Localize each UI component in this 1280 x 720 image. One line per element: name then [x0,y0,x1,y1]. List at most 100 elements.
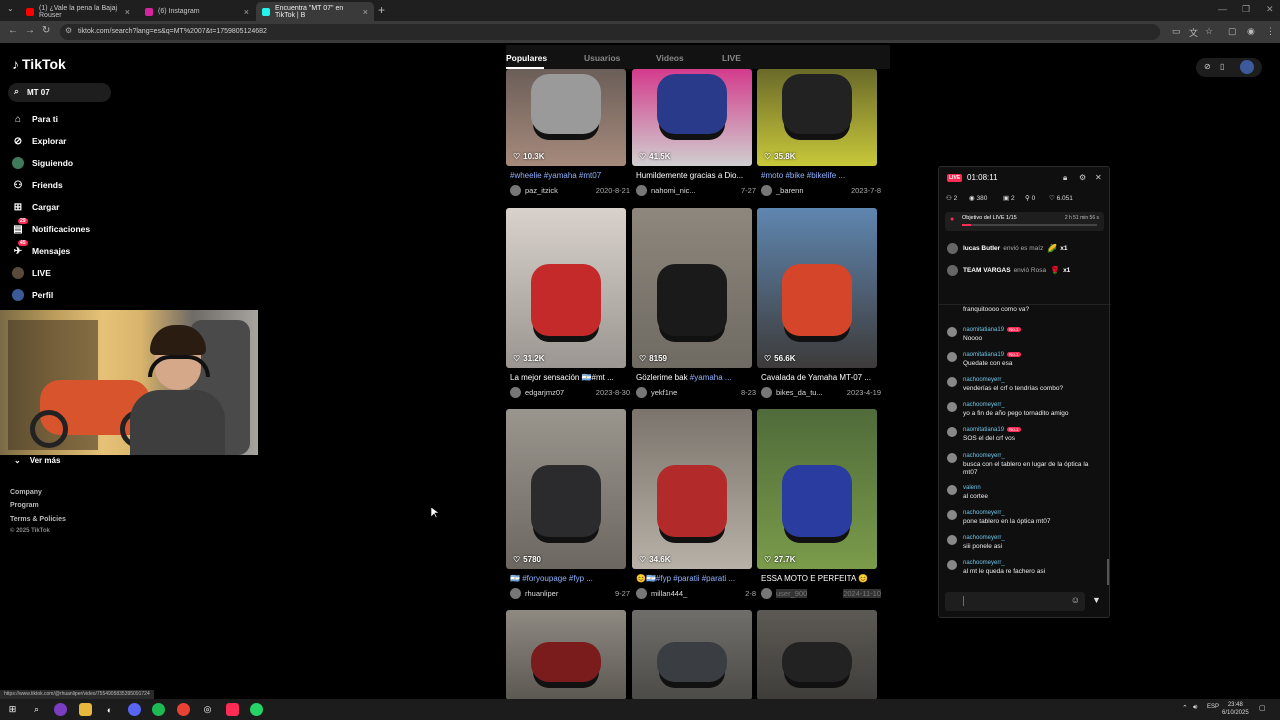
chat-username[interactable]: nachoomeyerr_ [963,535,1102,541]
avatar[interactable] [947,327,957,337]
video-thumbnail[interactable]: ♡ 27.7K [757,409,877,569]
username[interactable]: rhuanliper [525,589,558,598]
close-icon[interactable]: × [244,7,249,17]
username[interactable]: bikes_da_tu... [776,388,823,397]
file-explorer-icon[interactable] [79,703,92,716]
chat-username[interactable]: naomitatiana19 No.1 [963,327,1102,333]
install-icon[interactable]: ▭ [1172,26,1181,37]
username[interactable]: millan444_ [651,589,687,598]
ver-mas-button[interactable]: ⌄ Ver más [14,456,60,465]
footer-program-link[interactable]: Program [10,502,39,509]
chat-username[interactable]: nachoomeyerr_ [963,560,1102,566]
tray-chevron-icon[interactable]: ⌃ [1182,704,1188,712]
translate-icon[interactable]: 文 [1189,26,1198,39]
sidebar-item-siguiendo[interactable]: Siguiendo [12,156,73,170]
video-title[interactable]: 🇦🇷 #foryoupage #fyp ... [506,574,630,583]
sidebar-item-explorar[interactable]: ⊘ Explorar [12,134,67,148]
video-thumbnail[interactable]: ♡ 35.8K [757,69,877,166]
sidebar-item-friends[interactable]: ⚇ Friends [12,178,63,192]
chat-username[interactable]: naomitatiana19 No.1 [963,427,1102,433]
sidebar-item-mensajes[interactable]: ✈ 45 Mensajes [12,240,70,258]
video-thumbnail[interactable] [632,610,752,700]
chat-input[interactable]: ☺ [945,592,1085,611]
video-card[interactable]: ♡ 10.3K #wheelie #yamaha #mt07 paz_itzick 20… [506,69,630,196]
chat-scrollbar[interactable] [1107,559,1109,585]
username[interactable]: edgarjmz07 [525,388,564,397]
tab-search-icon[interactable]: ⌄ [7,4,14,13]
settings-icon[interactable]: ⚙ [1079,173,1086,182]
send-icon[interactable]: ▼ [1092,595,1101,605]
browser-tab-tiktok[interactable]: Encuentra "MT 07" en TikTok | B × [256,2,374,21]
close-icon[interactable]: × [363,7,368,17]
site-info-icon[interactable]: ⚙ [65,26,72,35]
avatar[interactable] [947,402,957,412]
avatar[interactable] [636,588,647,599]
new-tab-button[interactable]: + [378,3,385,17]
copilot-icon[interactable] [54,703,67,716]
chat-username[interactable]: nachoomeyerr_ [963,377,1102,383]
video-thumbnail[interactable]: ♡ 34.6K [632,409,752,569]
video-title[interactable]: La mejor sensación 🇦🇷#mt ... [506,373,630,382]
avatar[interactable] [510,387,521,398]
video-title[interactable]: #moto #bike #bikelife ... [757,171,881,180]
sidebar-item-notificaciones[interactable]: ▤ 29 Notificaciones [12,218,90,236]
user-avatar[interactable] [1240,60,1254,74]
avatar[interactable] [761,185,772,196]
avatar[interactable] [947,510,957,520]
volume-icon[interactable]: 🔊︎ [1193,704,1197,712]
compass-icon[interactable]: ⊘ [1204,62,1211,71]
username[interactable]: yekf1ne [651,388,677,397]
video-card[interactable] [757,610,877,700]
close-icon[interactable]: × [125,7,130,17]
close-window-icon[interactable]: ✕ [1266,4,1274,15]
hashtags[interactable]: #fyp #paratii #parati ... [656,574,735,583]
sidebar-item-para-ti[interactable]: ⌂ Para ti [12,112,58,126]
tab-usuarios[interactable]: Usuarios [584,53,620,63]
video-thumbnail[interactable]: ♡ 56.6K [757,208,877,368]
lock-icon[interactable]: 🔒︎ [1063,173,1067,183]
video-card[interactable]: ♡ 27.7K ESSA MOTO E PERFEITA 😊 user_900 2024… [757,409,881,599]
chat-username[interactable]: nachoomeyerr_ [963,453,1102,459]
tiktok-logo[interactable]: ♪ TikTok [12,56,66,72]
menu-icon[interactable]: ⋮ [1266,26,1275,37]
tab-live[interactable]: LIVE [722,53,741,63]
chat-username[interactable]: naomitatiana19 No.1 [963,352,1102,358]
avatar[interactable] [761,588,772,599]
avatar[interactable] [947,377,957,387]
minimize-icon[interactable]: — [1218,4,1227,14]
video-title[interactable]: ESSA MOTO E PERFEITA 😊 [757,574,881,583]
video-card[interactable]: ♡ 5780 🇦🇷 #foryoupage #fyp ... rhuanliper 9-… [506,409,630,599]
obs-icon[interactable]: ◐ [103,703,116,716]
whatsapp-icon[interactable] [250,703,263,716]
video-thumbnail[interactable]: ♡ 10.3K [506,69,626,166]
phone-icon[interactable]: ▯ [1220,62,1224,71]
video-title[interactable]: Humildemente gracias a Dio... [632,171,756,180]
hashtags[interactable]: #wheelie #yamaha #mt07 [510,171,601,180]
taskbar-clock[interactable]: 23:48 6/10/2025 [1222,701,1249,717]
username[interactable]: paz_itzick [525,186,558,195]
video-card[interactable]: ♡ 35.8K #moto #bike #bikelife ... _barenn 20… [757,69,881,196]
avatar[interactable] [510,185,521,196]
video-title[interactable]: #wheelie #yamaha #mt07 [506,171,630,180]
sidebar-item-live[interactable]: LIVE [12,266,51,280]
close-icon[interactable]: ✕ [1095,173,1102,182]
live-goal[interactable]: ● Objetivo del LIVE 1/15 2 h 51 min 56 s [945,212,1104,231]
video-thumbnail[interactable]: ♡ 8159 [632,208,752,368]
chat-username[interactable]: nachoomeyerr_ [963,402,1102,408]
discord-icon[interactable] [128,703,141,716]
tiktok-live-studio-icon[interactable] [226,703,239,716]
video-thumbnail[interactable]: ♡ 31.2K [506,208,626,368]
avatar[interactable] [636,387,647,398]
hashtags[interactable]: #foryoupage #fyp ... [522,574,593,583]
sidebar-item-cargar[interactable]: ⊞ Cargar [12,200,60,214]
username[interactable]: nahomi_nic... [651,186,696,195]
browser-tab-instagram[interactable]: (6) Instagram × [139,2,255,21]
browser-tab-youtube[interactable]: (1) ¿Vale la pena la Bajaj Rouser × [20,2,136,21]
hashtags[interactable]: #yamaha ... [690,373,732,382]
extensions-icon[interactable]: ▢ [1228,26,1237,37]
video-card[interactable]: ♡ 31.2K La mejor sensación 🇦🇷#mt ... edgarj… [506,208,630,398]
avatar[interactable] [510,588,521,599]
video-title[interactable]: 😊🇦🇷#fyp #paratii #parati ... [632,574,756,583]
spotify-icon[interactable] [152,703,165,716]
notification-center-icon[interactable]: ▢ [1259,704,1266,712]
